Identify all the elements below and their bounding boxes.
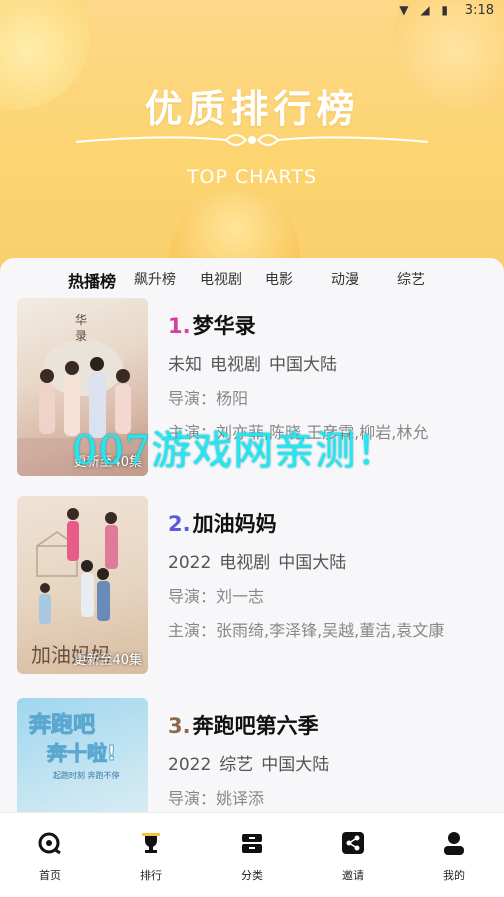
item-year: 未知 (168, 355, 202, 375)
item-info: 3.奔跑吧第六季 2022 综艺 中国大陆 导演：姚译添 (168, 710, 498, 809)
watermark-text: 007游戏网亲测！ (72, 428, 398, 474)
item-type: 电视剧 (219, 553, 271, 573)
item-region: 中国大陆 (269, 355, 337, 375)
item-meta: 2022 电视剧 中国大陆 (168, 548, 498, 573)
item-director: 导演：刘一志 (168, 587, 265, 606)
list-item[interactable]: 奔跑吧 奔十啦! 起跑时刻 奔跑不停 3.奔跑吧第六季 2022 综艺 中国大陆 导… (0, 698, 504, 818)
hero-subtitle: TOP CHARTS (186, 166, 318, 188)
item-region: 中国大陆 (261, 755, 330, 775)
poster-image[interactable]: 奔跑吧 奔十啦! 起跑时刻 奔跑不停 (17, 698, 148, 818)
share-icon (342, 832, 364, 854)
poster-show-logo-icon: 奔跑吧 奔十啦! 起跑时刻 奔跑不停 (29, 712, 120, 781)
svg-text:奔十啦!: 奔十啦! (46, 741, 116, 765)
poster-family-icon: 加油妈妈 (31, 508, 118, 667)
tab-anime[interactable]: 动漫 (331, 269, 359, 289)
svg-text:奔跑吧: 奔跑吧 (29, 712, 95, 738)
episode-badge: 更新至40集 (73, 653, 142, 668)
archive-icon (242, 834, 262, 853)
ranking-card: 热播榜 飙升榜 电视剧 电影 动漫 综艺 华 录 更新至40集 1.梦华录 未知… (0, 258, 504, 818)
tab-variety[interactable]: 综艺 (397, 269, 425, 289)
status-time: 3:18 (464, 3, 494, 18)
item-title-line: 2.加油妈妈 (168, 508, 498, 538)
tab-bar: 热播榜 飙升榜 电视剧 电影 动漫 综艺 (0, 258, 504, 298)
trophy-icon (142, 833, 160, 853)
nav-ranking[interactable]: 排行 (116, 831, 186, 883)
svg-text:起跑时刻 奔跑不停: 起跑时刻 奔跑不停 (53, 770, 120, 780)
user-icon (444, 832, 464, 855)
tab-tv[interactable]: 电视剧 (200, 269, 242, 289)
item-type: 综艺 (219, 755, 254, 775)
item-type: 电视剧 (210, 355, 261, 375)
poster-image[interactable]: 加油妈妈 更新至40集 (17, 496, 148, 674)
nav-ranking-label: 排行 (140, 869, 162, 882)
nav-profile-label: 我的 (443, 869, 465, 882)
nav-home[interactable]: 首页 (15, 831, 85, 883)
item-info: 2.加油妈妈 2022 电视剧 中国大陆 导演：刘一志 主演：张雨绮,李泽锋,吴越,… (168, 508, 498, 641)
item-title: 奔跑吧第六季 (192, 714, 319, 738)
item-director: 导演：姚译添 (168, 789, 265, 808)
nav-category-label: 分类 (241, 869, 263, 882)
nav-profile[interactable]: 我的 (419, 831, 489, 883)
nav-category[interactable]: 分类 (217, 831, 287, 883)
ornament-divider-icon (76, 134, 428, 146)
home-icon (38, 832, 61, 855)
svg-text:录: 录 (75, 329, 87, 343)
rank-number: 2. (168, 512, 191, 536)
item-director: 导演：杨阳 (168, 389, 249, 408)
tab-hot[interactable]: 热播榜 (68, 268, 116, 292)
item-meta: 未知 电视剧 中国大陆 (168, 350, 498, 375)
nav-invite[interactable]: 邀请 (318, 831, 388, 883)
rank-number: 1. (168, 314, 191, 338)
item-year: 2022 (168, 755, 212, 775)
item-region: 中国大陆 (278, 553, 347, 573)
hero-title: 优质排行榜 (144, 87, 360, 131)
item-title: 梦华录 (192, 314, 256, 338)
item-meta: 2022 综艺 中国大陆 (168, 750, 498, 775)
bottom-nav: 首页 排行 分类 邀请 我的 (0, 812, 504, 897)
svg-text:华: 华 (75, 313, 87, 327)
item-title-line: 3.奔跑吧第六季 (168, 710, 498, 740)
rank-number: 3. (168, 714, 191, 738)
tab-rising[interactable]: 飙升榜 (134, 269, 176, 289)
tab-movie[interactable]: 电影 (265, 269, 293, 289)
nav-invite-label: 邀请 (342, 869, 364, 882)
nav-home-label: 首页 (39, 869, 61, 882)
item-title: 加油妈妈 (192, 512, 277, 536)
list-item[interactable]: 加油妈妈 更新至40集 2.加油妈妈 2022 电视剧 中国大陆 导演：刘一志 主演… (0, 496, 504, 678)
item-year: 2022 (168, 553, 212, 573)
hero-banner: 优质排行榜 TOP CHARTS (0, 0, 504, 290)
status-icons: ▼ ◢ ▮ (399, 3, 452, 17)
item-cast: 主演：张雨绮,李泽锋,吴越,董洁,袁文康 (168, 621, 445, 640)
item-title-line: 1.梦华录 (168, 310, 498, 340)
status-bar: ▼ ◢ ▮ 3:18 (0, 0, 504, 22)
